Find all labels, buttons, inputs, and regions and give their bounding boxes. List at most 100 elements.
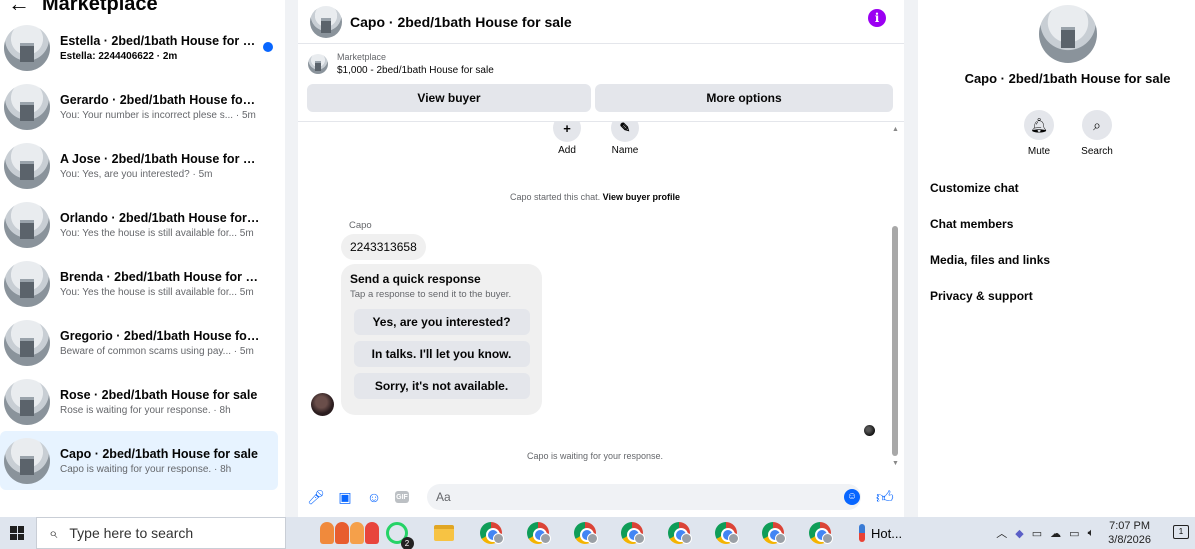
listing-thumbnail xyxy=(4,83,50,130)
buyer-avatar[interactable] xyxy=(311,393,334,416)
listing-thumbnail xyxy=(4,319,50,366)
weather-text: Hot... xyxy=(871,525,903,541)
conversation-item[interactable]: Orlando · 2bed/1bath House for sale You:… xyxy=(0,195,285,254)
listing-thumbnail xyxy=(4,260,50,307)
listing-thumbnail xyxy=(4,142,50,189)
chat-panel: Capo · 2bed/1bath House for sale i Marke… xyxy=(298,0,904,517)
battery-icon[interactable]: ▭ xyxy=(1032,527,1042,540)
mute-label: Mute xyxy=(1027,146,1051,157)
whatsapp-icon[interactable]: 2 xyxy=(373,517,420,549)
chat-thumbnail[interactable] xyxy=(310,5,342,38)
listing-price[interactable]: $1,000 - 2bed/1bath House for sale xyxy=(337,65,494,76)
pencil-icon: ✎ xyxy=(611,122,639,142)
whatsapp-badge: 2 xyxy=(400,537,414,549)
conversation-title: Gerardo · 2bed/1bath House for sale xyxy=(60,92,260,107)
back-arrow-icon[interactable]: ← xyxy=(8,0,30,17)
system-tray: ︿ ◆ ▭ ☁ ▭ 🔈︎ 7:07 PM 3/8/2026 xyxy=(996,517,1151,549)
search-icon: ⌕ xyxy=(1082,110,1112,140)
conversation-title: Orlando · 2bed/1bath House for sale xyxy=(60,210,260,225)
conversation-item[interactable]: Rose · 2bed/1bath House for sale Rose is… xyxy=(0,372,285,431)
clock[interactable]: 7:07 PM 3/8/2026 xyxy=(1108,519,1151,547)
notification-center-icon[interactable]: 1 xyxy=(1173,525,1189,539)
people-app-icon[interactable] xyxy=(320,517,379,549)
sticker-icon[interactable]: ☺ xyxy=(366,489,382,505)
privacy-support-item[interactable]: Privacy & support xyxy=(930,289,1050,325)
media-files-links-item[interactable]: Media, files and links xyxy=(930,253,1050,289)
listing-source: Marketplace xyxy=(337,52,387,62)
cloud-icon[interactable]: ☁ xyxy=(1050,527,1061,540)
network-icon[interactable]: ▭ xyxy=(1069,527,1079,540)
notification-count: 1 xyxy=(1178,527,1184,536)
chat-started-notice: Capo started this chat. View buyer profi… xyxy=(298,192,892,202)
view-buyer-button[interactable]: View buyer xyxy=(307,84,591,112)
name-action[interactable]: ✎ Name xyxy=(608,122,642,156)
info-icon[interactable]: i xyxy=(868,9,886,27)
meet-icon[interactable]: ◆ xyxy=(1015,527,1023,540)
scrollbar-thumb[interactable] xyxy=(892,226,898,456)
mute-button[interactable]: 🔔︎ Mute xyxy=(1021,110,1057,157)
listing-thumbnail xyxy=(4,201,50,248)
name-label: Name xyxy=(611,145,639,156)
conversation-title: Estella · 2bed/1bath House for sale xyxy=(60,33,260,48)
scroll-up-arrow-icon[interactable]: ▲ xyxy=(892,126,899,133)
scroll-down-arrow-icon[interactable]: ▼ xyxy=(892,460,899,467)
start-button[interactable] xyxy=(0,517,34,549)
weather-widget[interactable]: Hot... xyxy=(859,524,902,542)
quick-response-option[interactable]: In talks. I'll let you know. xyxy=(353,341,530,367)
chrome-icon[interactable] xyxy=(608,517,655,549)
emoji-icon[interactable]: ☺ xyxy=(844,489,860,505)
conversation-item[interactable]: Brenda · 2bed/1bath House for sale You: … xyxy=(0,254,285,313)
add-label: Add xyxy=(558,145,576,156)
chrome-icon[interactable] xyxy=(749,517,796,549)
image-icon[interactable]: ▣ xyxy=(337,489,353,505)
chrome-icon[interactable] xyxy=(655,517,702,549)
quick-response-option[interactable]: Sorry, it's not available. xyxy=(353,373,530,399)
add-action[interactable]: + Add xyxy=(550,122,584,156)
message-input[interactable] xyxy=(427,484,861,510)
listing-thumbnail xyxy=(4,378,50,425)
chevron-up-icon[interactable]: ︿ xyxy=(996,525,1007,541)
conversation-title: Brenda · 2bed/1bath House for sale xyxy=(60,269,260,284)
chrome-icon[interactable] xyxy=(702,517,749,549)
chat-members-item[interactable]: Chat members xyxy=(930,217,1050,253)
conversation-item[interactable]: A Jose · 2bed/1bath House for sale You: … xyxy=(0,136,285,195)
chat-started-text: Capo started this chat. xyxy=(510,192,601,202)
quick-response-subtitle: Tap a response to send it to the buyer. xyxy=(350,289,512,300)
thermometer-icon xyxy=(859,524,865,542)
conversation-item[interactable]: Estella · 2bed/1bath House for sale Este… xyxy=(0,18,285,77)
gif-icon[interactable]: GIF xyxy=(395,491,409,503)
chat-title[interactable]: Capo · 2bed/1bath House for sale xyxy=(350,14,572,30)
conversation-title: Capo · 2bed/1bath House for sale xyxy=(60,446,258,461)
quick-response-option[interactable]: Yes, are you interested? xyxy=(353,309,530,335)
file-explorer-icon[interactable] xyxy=(420,517,467,549)
conversation-item[interactable]: Gerardo · 2bed/1bath House for sale You:… xyxy=(0,77,285,136)
conversation-item[interactable]: Gregorio · 2bed/1bath House for s... Bew… xyxy=(0,313,285,372)
listing-thumbnail xyxy=(4,24,50,71)
message-composer: 🎤︎ ▣ ☺ GIF ☺ 👍︎ xyxy=(298,482,904,512)
chrome-icon[interactable] xyxy=(467,517,514,549)
view-buyer-profile-link[interactable]: View buyer profile xyxy=(603,192,680,202)
chat-info-panel: Capo · 2bed/1bath House for sale 🔔︎ Mute… xyxy=(918,0,1195,517)
taskbar-search[interactable]: ⌕ Type here to search xyxy=(36,517,286,549)
conversation-title: A Jose · 2bed/1bath House for sale xyxy=(60,151,260,166)
chat-scrollbar[interactable]: ▲ ▼ xyxy=(891,126,899,467)
chrome-icon[interactable] xyxy=(796,517,843,549)
conversation-preview: You: Yes, are you interested? · 5m xyxy=(60,168,213,180)
conversation-item-active[interactable]: Capo · 2bed/1bath House for sale Capo is… xyxy=(0,431,278,490)
listing-thumbnail xyxy=(4,437,50,484)
volume-icon[interactable]: 🔈︎ xyxy=(1088,527,1095,540)
sidebar-header: ← Marketplace xyxy=(8,0,158,16)
quick-response-card: Send a quick response Tap a response to … xyxy=(341,264,542,415)
thumbs-up-icon[interactable]: 👍︎ xyxy=(876,487,894,508)
message-thread: + Add ✎ Name Capo started this chat. Vie… xyxy=(298,122,904,477)
microphone-icon[interactable]: 🎤︎ xyxy=(307,489,325,505)
chrome-icon[interactable] xyxy=(514,517,561,549)
customize-chat-item[interactable]: Customize chat xyxy=(930,181,1050,217)
sidebar-title: Marketplace xyxy=(42,0,158,15)
search-icon: ⌕ xyxy=(49,524,58,542)
more-options-button[interactable]: More options xyxy=(595,84,893,112)
chat-header: Capo · 2bed/1bath House for sale i xyxy=(298,0,904,44)
search-button[interactable]: ⌕ Search xyxy=(1079,110,1115,157)
chrome-icon[interactable] xyxy=(561,517,608,549)
quick-response-title: Send a quick response xyxy=(350,272,481,286)
